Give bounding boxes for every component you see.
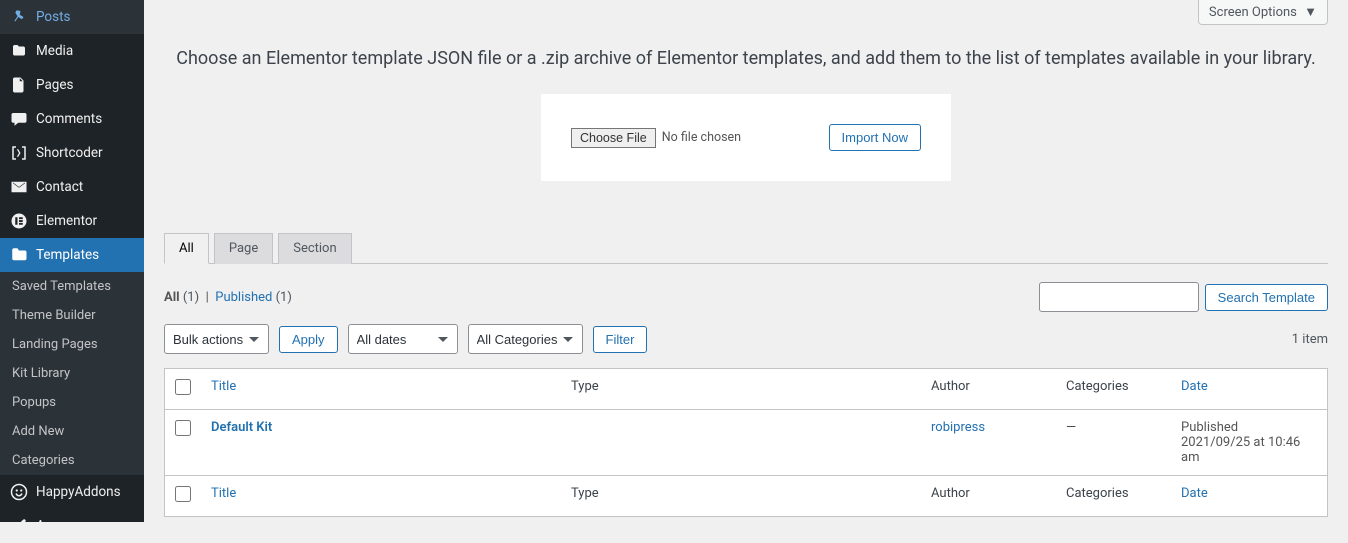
pin-icon (10, 8, 28, 26)
sidebar-item-label: HappyAddons (36, 484, 121, 500)
row-date-value: 2021/09/25 at 10:46 am (1181, 435, 1317, 465)
screen-options-toggle[interactable]: Screen Options ▼ (1198, 0, 1328, 25)
submenu-add-new[interactable]: Add New (0, 417, 144, 446)
col-type-footer: Type (571, 486, 599, 501)
media-icon (10, 42, 28, 60)
sidebar-item-media[interactable]: Media (0, 34, 144, 68)
sidebar-item-comments[interactable]: Comments (0, 102, 144, 136)
col-categories: Categories (1066, 379, 1129, 394)
search-input[interactable] (1039, 282, 1199, 312)
file-input-wrapper: Choose File No file chosen (571, 128, 741, 148)
table-footer-row: Title Type Author Categories Date (165, 476, 1328, 517)
table-header-row: Title Type Author Categories Date (165, 369, 1328, 410)
submenu-kit-library[interactable]: Kit Library (0, 359, 144, 388)
elementor-icon (10, 212, 28, 230)
submenu-landing-pages[interactable]: Landing Pages (0, 330, 144, 359)
row-date-status: Published (1181, 420, 1317, 435)
sidebar-item-label: Shortcoder (36, 145, 103, 161)
shortcoder-icon (10, 144, 28, 162)
row-checkbox[interactable] (175, 420, 191, 436)
no-file-label: No file chosen (662, 130, 741, 145)
sidebar-item-label: Templates (36, 247, 99, 263)
admin-sidebar: Posts Media Pages Comments Shortcoder Co… (0, 0, 144, 522)
select-all-checkbox[interactable] (175, 379, 191, 395)
sidebar-item-label: Pages (36, 77, 74, 93)
submenu-theme-builder[interactable]: Theme Builder (0, 301, 144, 330)
status-published-link[interactable]: Published (215, 290, 272, 305)
sidebar-item-label: Appearance (36, 518, 108, 534)
sidebar-item-shortcoder[interactable]: Shortcoder (0, 136, 144, 170)
comment-icon (10, 110, 28, 128)
sidebar-item-pages[interactable]: Pages (0, 68, 144, 102)
chevron-down-icon: ▼ (1304, 5, 1317, 20)
status-all-label: All (164, 290, 180, 305)
status-filter-row: All (1) | Published (1) Search Template (164, 282, 1328, 312)
select-all-checkbox-footer[interactable] (175, 486, 191, 502)
col-date-footer[interactable]: Date (1181, 486, 1208, 501)
happy-icon (10, 483, 28, 501)
submenu-saved-templates[interactable]: Saved Templates (0, 272, 144, 301)
status-published-count: (1) (276, 290, 292, 305)
sidebar-item-label: Posts (36, 9, 70, 25)
search-template-button[interactable]: Search Template (1205, 284, 1328, 311)
sidebar-item-appearance[interactable]: Appearance (0, 509, 144, 543)
filter-categories-select[interactable]: All Categories (468, 324, 583, 354)
col-author: Author (931, 379, 970, 394)
sidebar-item-label: Media (36, 43, 73, 59)
sidebar-item-label: Elementor (36, 213, 97, 229)
status-sep: | (206, 290, 209, 305)
templates-table: Title Type Author Categories Date Defaul… (164, 368, 1328, 517)
row-author-link[interactable]: robipress (931, 420, 985, 435)
filter-dates-select[interactable]: All dates (348, 324, 458, 354)
col-author-footer: Author (931, 486, 970, 501)
upload-box: Choose File No file chosen Import Now (541, 94, 951, 181)
tab-page[interactable]: Page (214, 233, 273, 264)
controls-row: Bulk actions Apply All dates All Categor… (164, 324, 1328, 354)
templates-submenu: Saved Templates Theme Builder Landing Pa… (0, 272, 144, 475)
table-row: Default Kit robipress — Published 2021/0… (165, 410, 1328, 476)
sidebar-item-contact[interactable]: Contact (0, 170, 144, 204)
col-categories-footer: Categories (1066, 486, 1129, 501)
col-date[interactable]: Date (1181, 379, 1208, 394)
intro-text: Choose an Elementor template JSON file o… (164, 48, 1328, 69)
submenu-popups[interactable]: Popups (0, 388, 144, 417)
mail-icon (10, 178, 28, 196)
filter-button[interactable]: Filter (593, 326, 648, 353)
import-now-button[interactable]: Import Now (829, 124, 921, 151)
sidebar-item-label: Comments (36, 111, 102, 127)
item-count: 1 item (1292, 332, 1328, 347)
submenu-categories[interactable]: Categories (0, 446, 144, 475)
sidebar-item-label: Contact (36, 179, 83, 195)
type-tabs: All Page Section (164, 233, 1328, 264)
screen-options-label: Screen Options (1209, 5, 1297, 20)
col-title[interactable]: Title (211, 379, 236, 394)
col-title-footer[interactable]: Title (211, 486, 236, 501)
sidebar-item-posts[interactable]: Posts (0, 0, 144, 34)
sidebar-item-elementor[interactable]: Elementor (0, 204, 144, 238)
sidebar-item-templates[interactable]: Templates (0, 238, 144, 272)
folder-icon (10, 246, 28, 264)
page-icon (10, 76, 28, 94)
brush-icon (10, 517, 28, 535)
row-categories: — (1066, 420, 1076, 435)
status-all-count: (1) (183, 290, 199, 305)
sidebar-item-happyaddons[interactable]: HappyAddons (0, 475, 144, 509)
main-content: Screen Options ▼ Choose an Elementor tem… (144, 0, 1348, 522)
bulk-actions-select[interactable]: Bulk actions (164, 324, 269, 354)
tab-section[interactable]: Section (278, 233, 351, 264)
col-type: Type (571, 379, 599, 394)
apply-button[interactable]: Apply (279, 326, 338, 353)
choose-file-button[interactable]: Choose File (571, 128, 656, 148)
row-title-link[interactable]: Default Kit (211, 420, 272, 435)
tab-all[interactable]: All (164, 233, 209, 264)
